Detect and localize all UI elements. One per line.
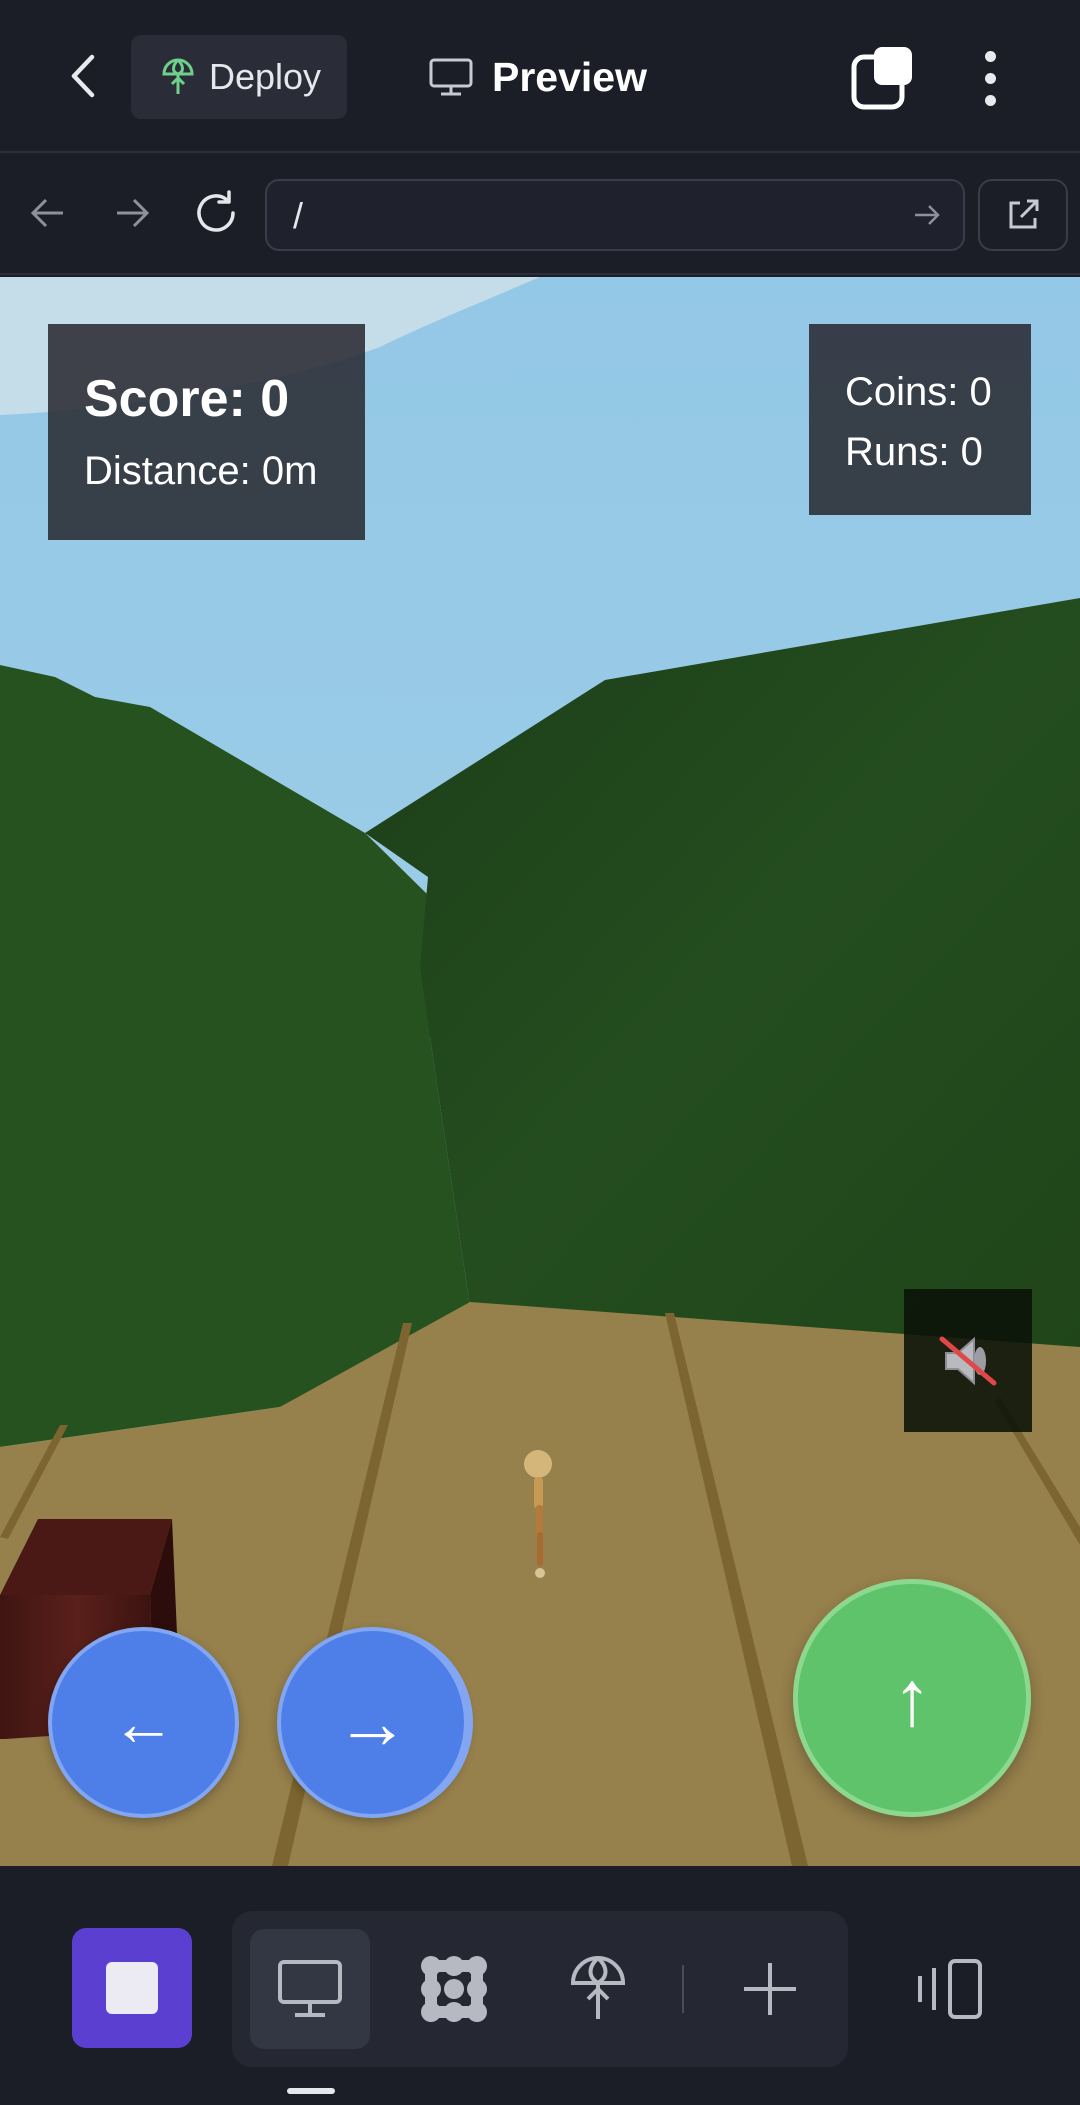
reload-icon: [197, 190, 235, 232]
distance-value: Distance: 0m: [84, 449, 318, 493]
external-link-icon: [1009, 199, 1039, 229]
stop-icon: [106, 1962, 158, 2014]
deploy-icon: [570, 1956, 626, 2019]
arrow-right-icon: [915, 205, 940, 225]
monitor-icon: [429, 58, 473, 96]
more-menu-button[interactable]: [970, 45, 1010, 111]
deploy-tool-button[interactable]: [538, 1929, 658, 2049]
url-go-button[interactable]: [905, 193, 949, 237]
device-toggle-button[interactable]: [905, 1939, 995, 2039]
top-bar: Deploy Preview: [0, 0, 1080, 153]
workflows-button[interactable]: [394, 1929, 514, 2049]
workflow-icon: [421, 1956, 487, 2022]
chevron-left-icon: [71, 54, 95, 98]
nav-back-button[interactable]: [20, 185, 76, 241]
tabs-button[interactable]: [850, 45, 916, 111]
back-button[interactable]: [58, 48, 108, 104]
jump-button[interactable]: ↑: [793, 1579, 1031, 1817]
arrow-right-icon: [117, 198, 150, 228]
tool-group: [232, 1911, 848, 2067]
url-text: /: [293, 195, 304, 236]
more-vertical-icon: [984, 50, 996, 62]
preview-tab[interactable]: Preview: [428, 40, 647, 114]
sound-toggle-button[interactable]: [904, 1289, 1032, 1432]
game-viewport[interactable]: Score: 0 Distance: 0m Coins: 0 Runs: 0 ←…: [0, 277, 1080, 1866]
preview-tool-button[interactable]: [250, 1929, 370, 2049]
deploy-icon: [162, 58, 194, 94]
score-panel: Score: 0 Distance: 0m: [48, 324, 365, 540]
home-indicator: [287, 2088, 335, 2094]
runs-value: Runs: 0: [845, 430, 983, 474]
stats-panel: Coins: 0 Runs: 0: [809, 324, 1031, 515]
deploy-label: Deploy: [209, 56, 322, 97]
move-left-button[interactable]: ←: [48, 1627, 239, 1818]
app-root: Deploy Preview / Score: 0 Distance: 0m C…: [0, 0, 1080, 2105]
url-bar: /: [0, 155, 1080, 275]
url-input[interactable]: /: [265, 179, 965, 251]
score-value: Score: 0: [84, 370, 290, 428]
plus-icon: [744, 1963, 796, 2015]
bottom-toolbar: [0, 1866, 1080, 2105]
reload-button[interactable]: [188, 185, 244, 241]
speaker-muted-icon: [939, 1336, 997, 1385]
deploy-button[interactable]: Deploy: [131, 35, 347, 119]
tabs-icon: [851, 47, 912, 110]
coins-value: Coins: 0: [845, 370, 992, 414]
open-external-button[interactable]: [978, 179, 1068, 251]
move-right-button[interactable]: →: [277, 1627, 468, 1818]
nav-forward-button[interactable]: [104, 185, 160, 241]
toolbar-divider: [682, 1965, 684, 2013]
monitor-icon: [278, 1960, 342, 2017]
add-tool-button[interactable]: [710, 1929, 830, 2049]
device-toggle-icon: [918, 1959, 982, 2019]
arrow-left-icon: [30, 198, 63, 228]
preview-label: Preview: [492, 53, 647, 100]
stop-button[interactable]: [72, 1928, 192, 2048]
